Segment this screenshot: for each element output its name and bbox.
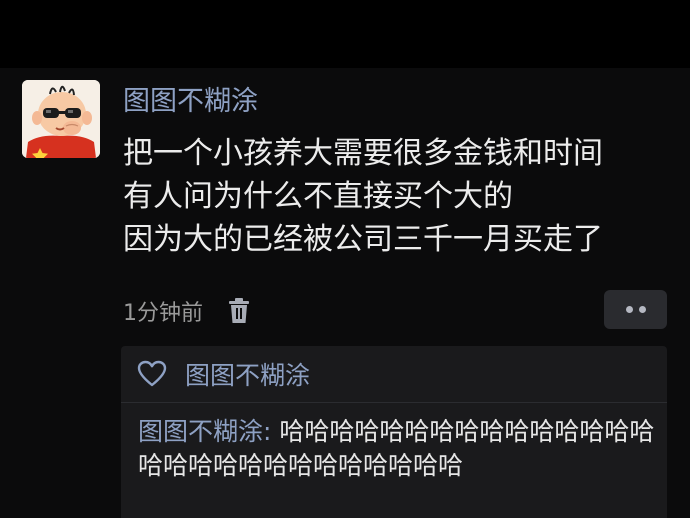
more-dots-icon (638, 306, 646, 313)
post-meta-row: 1分钟前 (123, 292, 251, 330)
post-author-name[interactable]: 图图不糊涂 (123, 84, 258, 120)
likes-panel: 图图不糊涂 (121, 346, 667, 402)
cartoon-boy-avatar-image (22, 80, 100, 158)
more-dots-icon (625, 306, 633, 313)
comments-panel: 图图不糊涂: 哈哈哈哈哈哈哈哈哈哈哈哈哈哈哈哈哈哈哈哈哈哈哈哈哈哈哈哈 (121, 403, 667, 518)
post-timestamp: 1分钟前 (123, 301, 203, 326)
avatar[interactable] (22, 80, 100, 158)
more-actions-button[interactable] (604, 290, 667, 329)
comment-separator: : (263, 417, 280, 446)
comment-item[interactable]: 图图不糊涂: 哈哈哈哈哈哈哈哈哈哈哈哈哈哈哈哈哈哈哈哈哈哈哈哈哈哈哈哈 (138, 415, 663, 483)
heart-icon[interactable] (137, 360, 167, 388)
post-content: 把一个小孩养大需要很多金钱和时间 有人问为什么不直接买个大的 因为大的已经被公司… (123, 132, 683, 261)
like-user-name[interactable]: 图图不糊涂 (185, 356, 310, 392)
trash-icon[interactable] (227, 298, 251, 324)
post-content-line: 有人问为什么不直接买个大的 (123, 179, 513, 214)
comment-author-name[interactable]: 图图不糊涂 (138, 417, 263, 446)
top-bar (0, 0, 690, 68)
post-content-line: 把一个小孩养大需要很多金钱和时间 (123, 136, 603, 171)
post-content-line: 因为大的已经被公司三千一月买走了 (123, 222, 603, 257)
